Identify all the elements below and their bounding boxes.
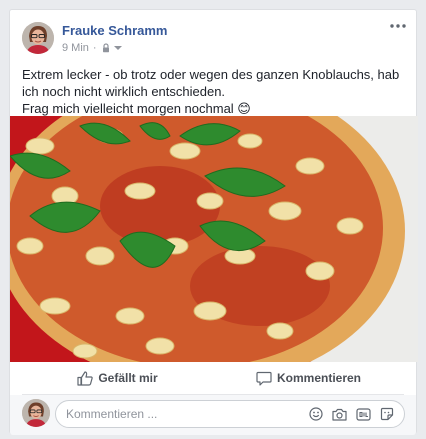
post-photo[interactable] bbox=[10, 116, 418, 362]
post-text-line: Frag mich vielleicht morgen nochmal 😊 bbox=[22, 101, 251, 116]
post-timestamp[interactable]: 9 Min bbox=[62, 42, 89, 54]
comment-placeholder: Kommentieren ... bbox=[66, 407, 158, 421]
post-text-line: Extrem lecker - ob trotz oder wegen des … bbox=[22, 67, 400, 99]
gif-icon[interactable] bbox=[356, 407, 371, 421]
comment-input[interactable]: Kommentieren ... bbox=[55, 400, 405, 428]
comment-button[interactable]: Kommentieren bbox=[213, 362, 404, 394]
commenter-avatar[interactable] bbox=[22, 399, 50, 427]
post-text: Extrem lecker - ob trotz oder wegen des … bbox=[22, 66, 412, 117]
chevron-down-icon[interactable] bbox=[113, 45, 122, 51]
comment-tools bbox=[309, 407, 404, 421]
comment-label: Kommentieren bbox=[276, 371, 362, 385]
lock-icon bbox=[101, 43, 111, 53]
like-label: Gefällt mir bbox=[98, 371, 158, 385]
emoji-icon[interactable] bbox=[309, 407, 323, 421]
feed-post: Frauke Schramm 9 Min · Extrem lecker - o… bbox=[9, 9, 418, 435]
post-actions: Gefällt mir Kommentieren bbox=[22, 362, 404, 395]
author-avatar[interactable] bbox=[22, 22, 54, 54]
more-options-icon[interactable] bbox=[388, 19, 408, 33]
like-button[interactable]: Gefällt mir bbox=[22, 362, 213, 394]
author-name[interactable]: Frauke Schramm bbox=[62, 23, 168, 38]
sticker-icon[interactable] bbox=[380, 407, 394, 421]
speech-bubble-icon bbox=[256, 371, 272, 386]
camera-icon[interactable] bbox=[332, 408, 347, 421]
post-meta: 9 Min · bbox=[62, 42, 122, 54]
thumbs-up-icon bbox=[77, 370, 94, 386]
meta-separator: · bbox=[92, 42, 97, 54]
comment-composer: Kommentieren ... bbox=[10, 395, 416, 435]
